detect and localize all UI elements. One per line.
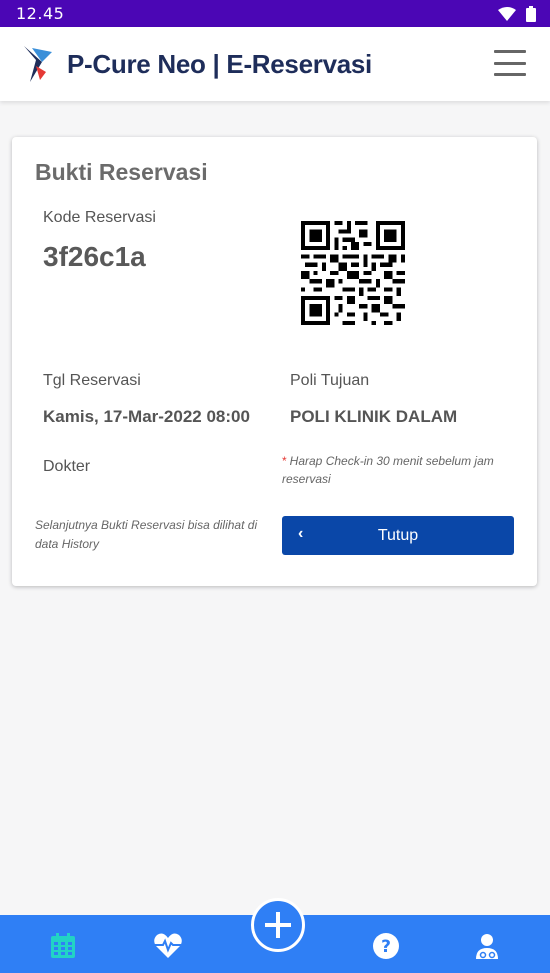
checkin-note-text: Harap Check-in 30 menit sebelum jam rese… xyxy=(282,454,494,486)
app-logo xyxy=(24,46,52,82)
tgl-reservasi-value: Kamis, 17-Mar-2022 08:00 xyxy=(43,407,250,426)
add-reservation-button[interactable] xyxy=(251,898,305,952)
card-title: Bukti Reservasi xyxy=(35,159,208,185)
nav-calendar[interactable] xyxy=(48,931,78,961)
menu-line-icon xyxy=(494,61,526,65)
status-time: 12.45 xyxy=(16,4,65,23)
calendar-icon xyxy=(51,933,75,958)
poli-tujuan-label: Poli Tujuan xyxy=(290,372,370,389)
tgl-reservasi-label: Tgl Reservasi xyxy=(43,372,141,389)
kode-reservasi-label: Kode Reservasi xyxy=(43,209,156,226)
history-note: Selanjutnya Bukti Reservasi bisa dilihat… xyxy=(35,518,258,551)
app-bar: P-Cure Neo | E-Reservasi xyxy=(0,27,550,101)
menu-line-icon xyxy=(494,50,526,53)
required-asterisk: * xyxy=(282,454,287,468)
menu-line-icon xyxy=(494,73,526,76)
nav-doctor[interactable] xyxy=(472,931,502,961)
nav-health[interactable] xyxy=(153,931,183,961)
nav-help[interactable]: ? xyxy=(371,931,401,961)
hamburger-menu-button[interactable] xyxy=(494,50,526,76)
close-button-label: Tutup xyxy=(377,526,419,544)
battery-icon xyxy=(526,5,536,22)
kode-reservasi-value: 3f26c1a xyxy=(43,241,146,272)
dokter-label: Dokter xyxy=(43,458,91,475)
heartbeat-icon xyxy=(154,933,182,958)
svg-text:?: ? xyxy=(381,937,391,957)
app-title: P-Cure Neo | E-Reservasi xyxy=(67,48,372,79)
status-icons xyxy=(498,5,536,22)
doctor-icon xyxy=(476,934,498,959)
poli-tujuan-value: POLI KLINIK DALAM xyxy=(290,407,458,426)
close-button[interactable]: ‹ Tutup xyxy=(282,516,514,555)
plus-icon xyxy=(265,912,291,938)
qr-code xyxy=(301,221,405,325)
question-icon: ? xyxy=(373,933,399,959)
wifi-icon xyxy=(498,6,516,21)
status-bar: 12.45 xyxy=(0,0,550,27)
checkin-note: * Harap Check-in 30 menit sebelum jam res… xyxy=(282,452,517,488)
chevron-left-icon: ‹ xyxy=(298,525,304,542)
reservation-proof-card: Bukti Reservasi Kode Reservasi 3f26c1a T… xyxy=(12,137,537,586)
